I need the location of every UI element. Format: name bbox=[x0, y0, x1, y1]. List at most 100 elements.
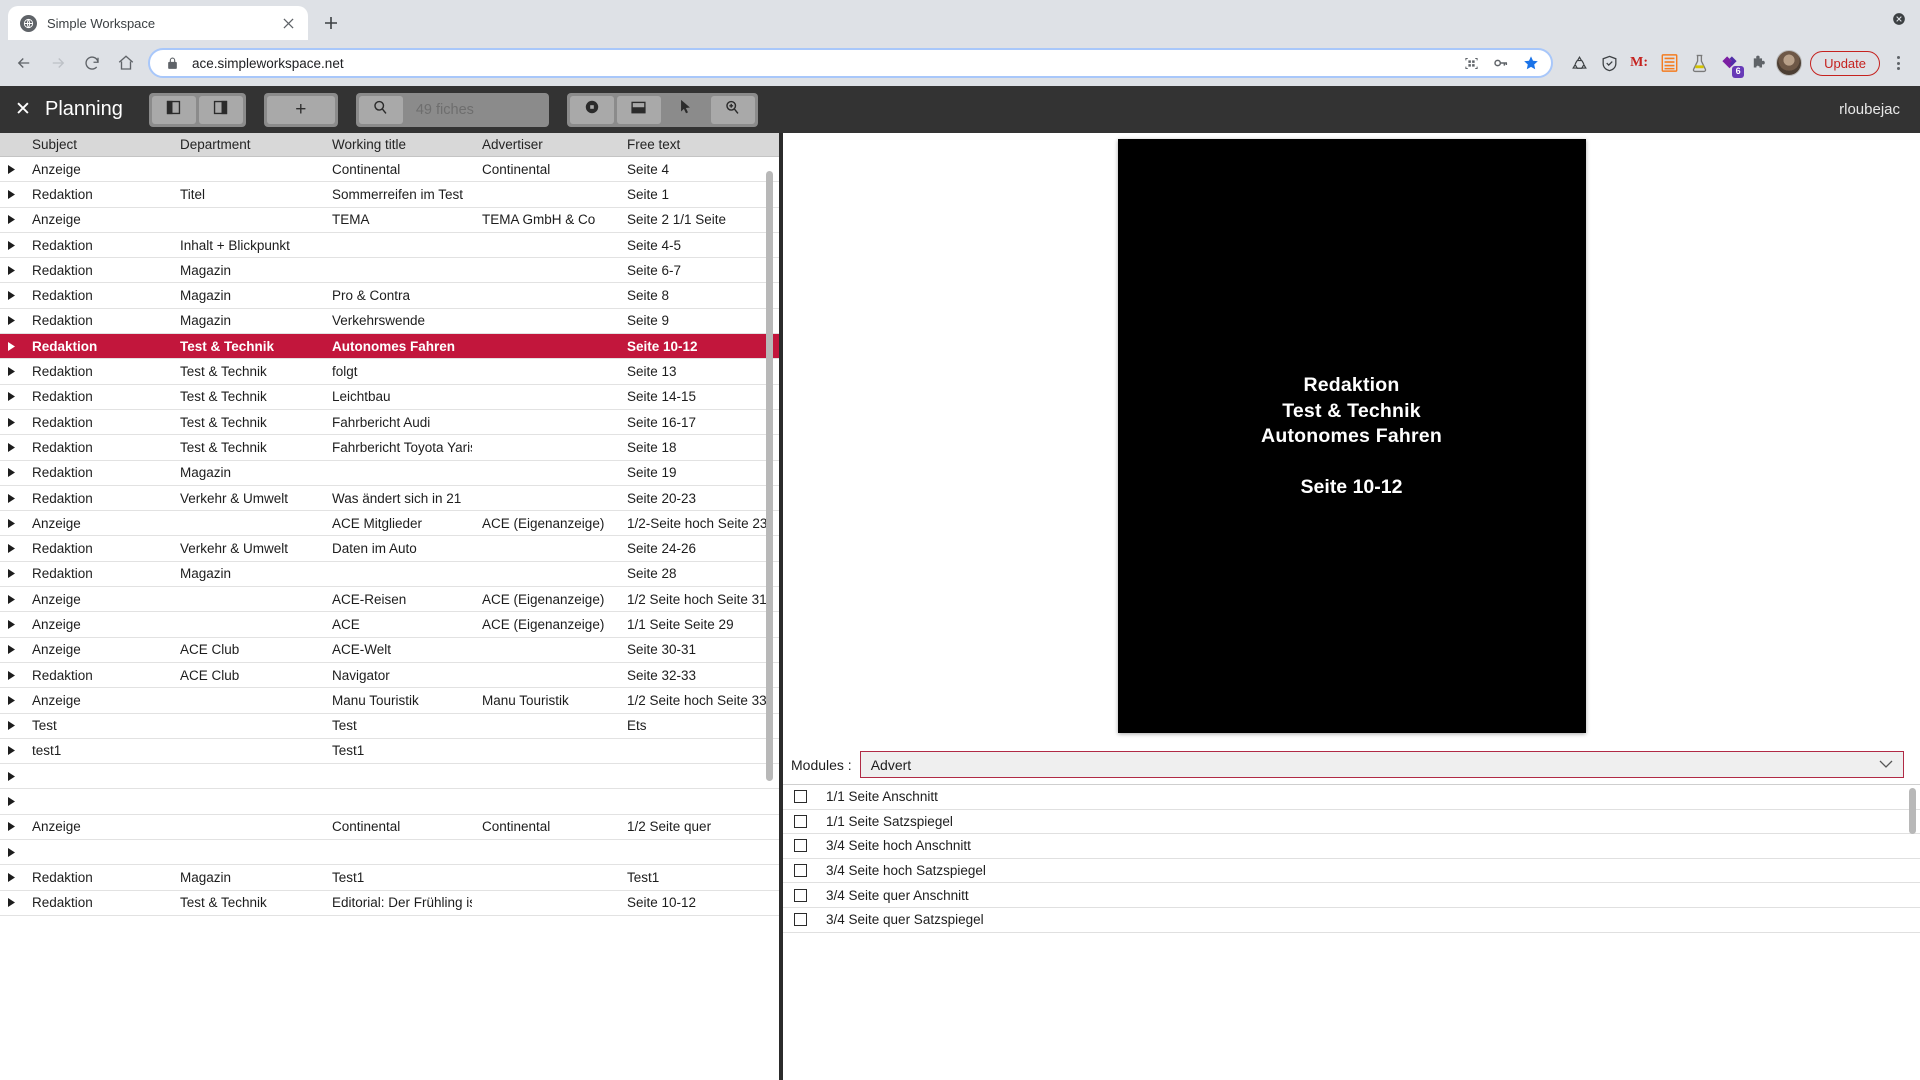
table-row[interactable]: RedaktionTest & TechnikAutonomes FahrenS… bbox=[0, 334, 779, 359]
table-row[interactable]: RedaktionVerkehr & UmweltDaten im AutoSe… bbox=[0, 536, 779, 561]
row-expand-arrow-icon[interactable] bbox=[0, 696, 22, 705]
search-button[interactable] bbox=[359, 96, 403, 124]
list-item[interactable]: 3/4 Seite quer Satzspiegel bbox=[783, 908, 1920, 933]
table-row[interactable]: test1Test1 bbox=[0, 739, 779, 764]
module-checkbox[interactable] bbox=[794, 790, 807, 803]
row-expand-arrow-icon[interactable] bbox=[0, 671, 22, 680]
modules-scrollbar[interactable] bbox=[1909, 788, 1916, 834]
table-row[interactable]: AnzeigeContinentalContinentalSeite 4 bbox=[0, 157, 779, 182]
layout-left-panel-button[interactable] bbox=[152, 96, 196, 124]
module-checkbox[interactable] bbox=[794, 864, 807, 877]
view-globe-button[interactable] bbox=[570, 96, 614, 124]
forward-arrow-icon[interactable] bbox=[42, 47, 74, 79]
row-expand-arrow-icon[interactable] bbox=[0, 848, 22, 857]
row-expand-arrow-icon[interactable] bbox=[0, 190, 22, 199]
list-item[interactable]: 1/1 Seite Anschnitt bbox=[783, 785, 1920, 810]
modules-select[interactable]: Advert bbox=[860, 751, 1904, 778]
row-expand-arrow-icon[interactable] bbox=[0, 494, 22, 503]
list-item[interactable]: 3/4 Seite quer Anschnitt bbox=[783, 883, 1920, 908]
row-expand-arrow-icon[interactable] bbox=[0, 291, 22, 300]
list-extension-icon[interactable] bbox=[1655, 49, 1683, 77]
module-checkbox[interactable] bbox=[794, 815, 807, 828]
recycle-extension-icon[interactable] bbox=[1565, 49, 1593, 77]
table-row[interactable]: TestTestEts bbox=[0, 714, 779, 739]
row-expand-arrow-icon[interactable] bbox=[0, 797, 22, 806]
row-expand-arrow-icon[interactable] bbox=[0, 392, 22, 401]
table-row[interactable]: RedaktionMagazinVerkehrswendeSeite 9 bbox=[0, 309, 779, 334]
table-row[interactable]: RedaktionMagazinSeite 28 bbox=[0, 562, 779, 587]
row-expand-arrow-icon[interactable] bbox=[0, 595, 22, 604]
cursor-tool-button[interactable] bbox=[664, 96, 708, 124]
table-row[interactable]: RedaktionTest & TechnikFahrbericht Toyot… bbox=[0, 435, 779, 460]
table-body[interactable]: AnzeigeContinentalContinentalSeite 4Reda… bbox=[0, 157, 779, 1080]
table-row[interactable]: RedaktionMagazinPro & ContraSeite 8 bbox=[0, 283, 779, 308]
address-bar[interactable]: ace.simpleworkspace.net bbox=[148, 48, 1553, 78]
module-checkbox[interactable] bbox=[794, 839, 807, 852]
table-scrollbar[interactable] bbox=[766, 171, 773, 781]
update-button[interactable]: Update bbox=[1810, 51, 1880, 76]
three-dot-menu-icon[interactable] bbox=[1884, 49, 1912, 77]
row-expand-arrow-icon[interactable] bbox=[0, 266, 22, 275]
close-icon[interactable]: ✕ bbox=[10, 97, 36, 123]
shield-extension-icon[interactable] bbox=[1595, 49, 1623, 77]
fiches-count[interactable]: 49 fiches bbox=[406, 96, 546, 124]
reload-icon[interactable] bbox=[76, 47, 108, 79]
layout-right-panel-button[interactable] bbox=[199, 96, 243, 124]
star-bookmark-icon[interactable] bbox=[1521, 53, 1541, 73]
column-header-free-text[interactable]: Free text bbox=[617, 137, 779, 152]
row-expand-arrow-icon[interactable] bbox=[0, 519, 22, 528]
table-row[interactable]: AnzeigeManu TouristikManu Touristik1/2 S… bbox=[0, 688, 779, 713]
table-row[interactable]: AnzeigeACEACE (Eigenanzeige)1/1 Seite Se… bbox=[0, 612, 779, 637]
puzzle-extensions-icon[interactable] bbox=[1745, 49, 1773, 77]
row-expand-arrow-icon[interactable] bbox=[0, 746, 22, 755]
row-expand-arrow-icon[interactable] bbox=[0, 569, 22, 578]
table-row[interactable]: RedaktionMagazinSeite 6-7 bbox=[0, 258, 779, 283]
list-item[interactable]: 1/1 Seite Satzspiegel bbox=[783, 810, 1920, 835]
table-row[interactable]: AnzeigeTEMATEMA GmbH & CoSeite 2 1/1 Sei… bbox=[0, 208, 779, 233]
row-expand-arrow-icon[interactable] bbox=[0, 620, 22, 629]
close-icon[interactable] bbox=[278, 13, 298, 33]
row-expand-arrow-icon[interactable] bbox=[0, 165, 22, 174]
home-icon[interactable] bbox=[110, 47, 142, 79]
table-row[interactable] bbox=[0, 764, 779, 789]
diamond-extension-icon[interactable]: 6 bbox=[1715, 49, 1743, 77]
zoom-tool-button[interactable] bbox=[711, 96, 755, 124]
table-row[interactable]: RedaktionVerkehr & UmweltWas ändert sich… bbox=[0, 486, 779, 511]
table-row[interactable]: RedaktionInhalt + BlickpunktSeite 4-5 bbox=[0, 233, 779, 258]
table-row[interactable]: AnzeigeACE MitgliederACE (Eigenanzeige)1… bbox=[0, 511, 779, 536]
view-page-button[interactable] bbox=[617, 96, 661, 124]
module-checkbox[interactable] bbox=[794, 913, 807, 926]
column-header-department[interactable]: Department bbox=[170, 137, 322, 152]
table-row[interactable]: RedaktionMagazinTest1Test1 bbox=[0, 865, 779, 890]
table-row[interactable]: AnzeigeContinentalContinental1/2 Seite q… bbox=[0, 815, 779, 840]
row-expand-arrow-icon[interactable] bbox=[0, 215, 22, 224]
row-expand-arrow-icon[interactable] bbox=[0, 898, 22, 907]
qr-code-icon[interactable] bbox=[1461, 53, 1481, 73]
row-expand-arrow-icon[interactable] bbox=[0, 822, 22, 831]
flask-extension-icon[interactable] bbox=[1685, 49, 1713, 77]
table-row[interactable]: RedaktionACE ClubNavigatorSeite 32-33 bbox=[0, 663, 779, 688]
mail-merge-extension-icon[interactable]: M: bbox=[1625, 49, 1653, 77]
row-expand-arrow-icon[interactable] bbox=[0, 772, 22, 781]
table-row[interactable]: RedaktionTest & TechnikEditorial: Der Fr… bbox=[0, 891, 779, 916]
list-item[interactable]: 3/4 Seite hoch Satzspiegel bbox=[783, 859, 1920, 884]
window-close-icon[interactable] bbox=[1888, 8, 1910, 30]
browser-tab[interactable]: Simple Workspace bbox=[8, 6, 308, 40]
row-expand-arrow-icon[interactable] bbox=[0, 721, 22, 730]
row-expand-arrow-icon[interactable] bbox=[0, 873, 22, 882]
add-record-button[interactable]: + bbox=[267, 96, 335, 124]
row-expand-arrow-icon[interactable] bbox=[0, 468, 22, 477]
page-preview-card[interactable]: Redaktion Test & Technik Autonomes Fahre… bbox=[1118, 139, 1586, 733]
table-row[interactable]: RedaktionTitelSommerreifen im TestSeite … bbox=[0, 182, 779, 207]
new-tab-button[interactable] bbox=[316, 8, 346, 38]
table-row[interactable] bbox=[0, 789, 779, 814]
row-expand-arrow-icon[interactable] bbox=[0, 316, 22, 325]
table-row[interactable]: RedaktionMagazinSeite 19 bbox=[0, 461, 779, 486]
row-expand-arrow-icon[interactable] bbox=[0, 241, 22, 250]
row-expand-arrow-icon[interactable] bbox=[0, 418, 22, 427]
module-checkbox[interactable] bbox=[794, 889, 807, 902]
row-expand-arrow-icon[interactable] bbox=[0, 544, 22, 553]
modules-list[interactable]: 1/1 Seite Anschnitt1/1 Seite Satzspiegel… bbox=[783, 784, 1920, 1080]
profile-avatar[interactable] bbox=[1775, 49, 1803, 77]
back-arrow-icon[interactable] bbox=[8, 47, 40, 79]
